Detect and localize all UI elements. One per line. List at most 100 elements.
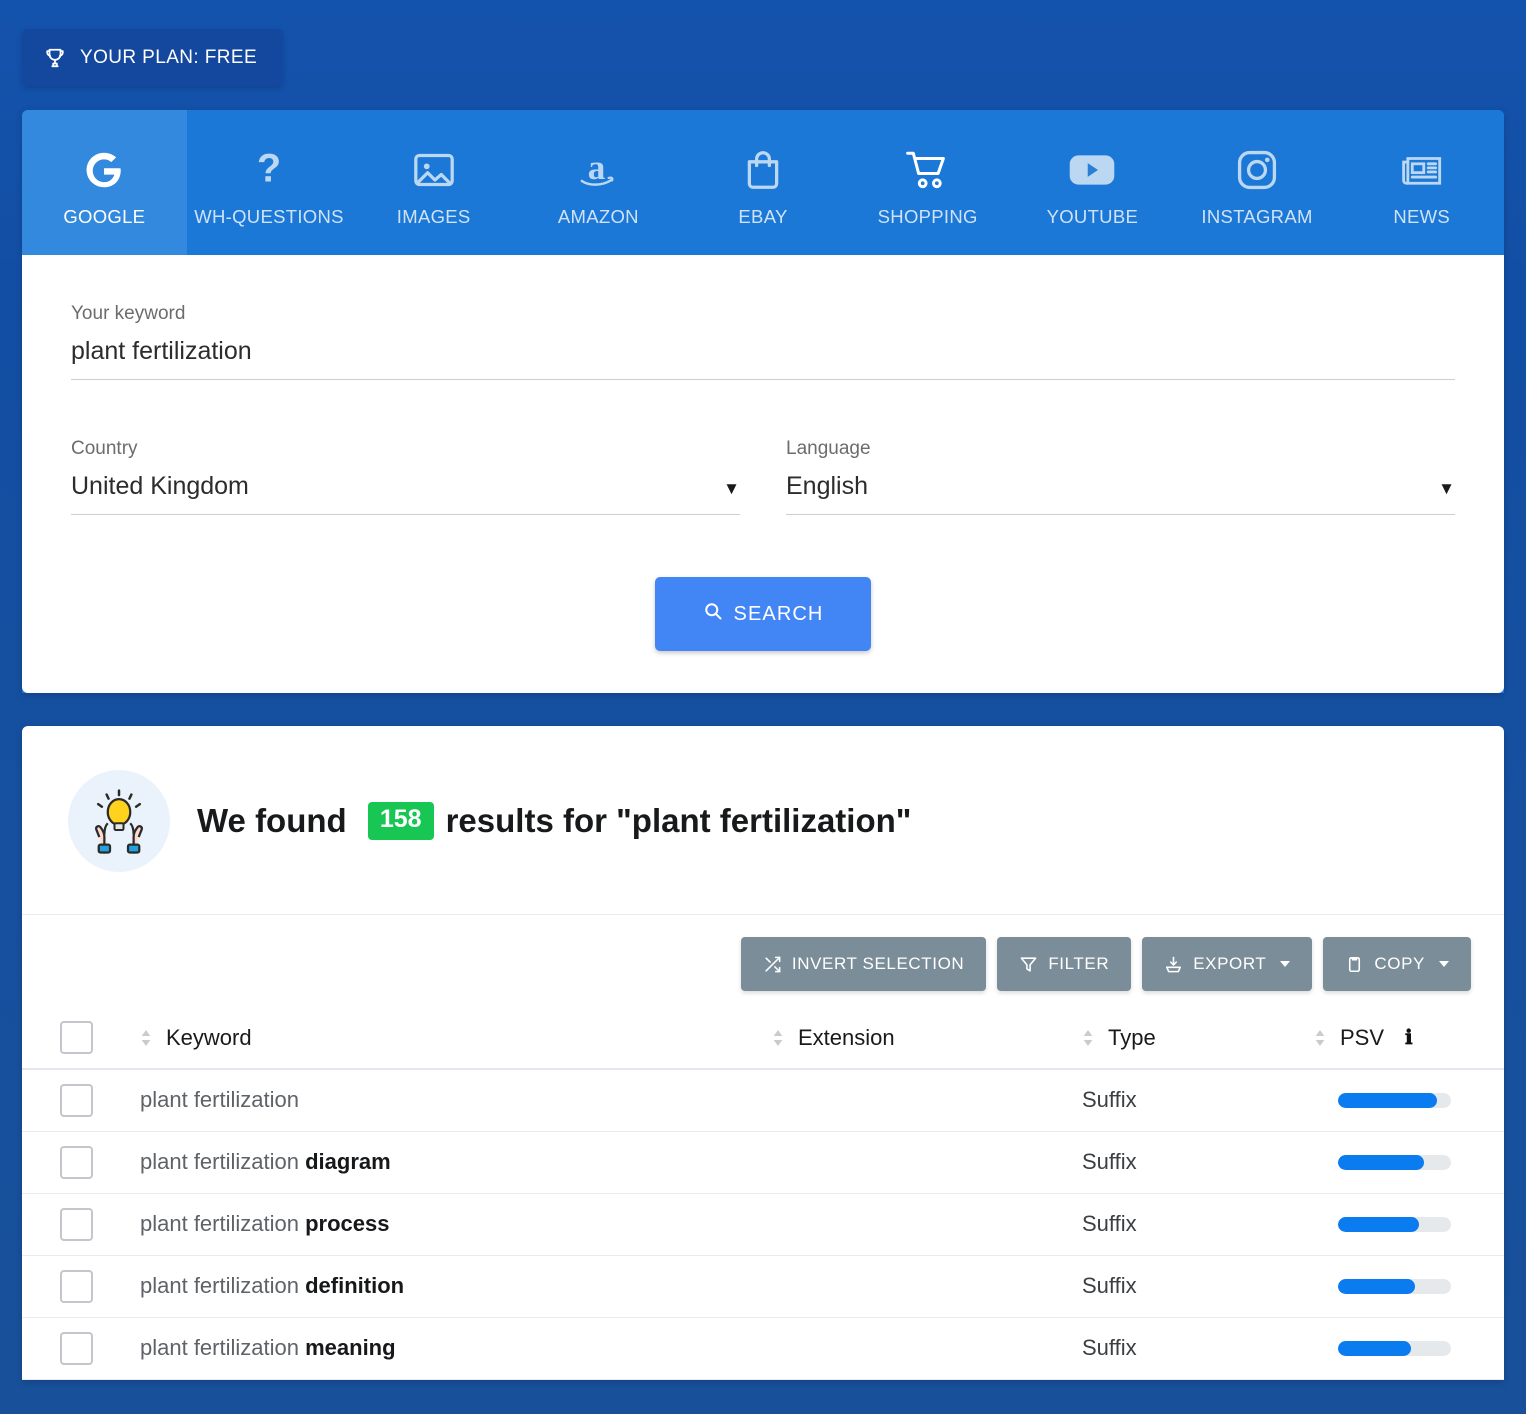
language-field-group: Language English ▼ — [786, 438, 1455, 515]
filter-icon — [1019, 955, 1038, 974]
column-header-keyword[interactable]: Keyword — [140, 1007, 772, 1069]
type-cell: Suffix — [1082, 1317, 1314, 1379]
row-select-cell — [22, 1317, 140, 1379]
psv-bar — [1338, 1341, 1451, 1356]
tab-wh-questions[interactable]: ? WH-QUESTIONS — [187, 110, 352, 255]
psv-cell — [1314, 1255, 1504, 1317]
keyword-cell: plant fertilization meaning — [140, 1317, 772, 1379]
row-select-cell — [22, 1193, 140, 1255]
source-tabs: GOOGLE ? WH-QUESTIONS IMAGES a — [22, 110, 1504, 255]
keyword-label: Your keyword — [71, 303, 1455, 325]
results-title: We found 158 results for "plant fertiliz… — [197, 802, 911, 840]
tab-amazon[interactable]: a AMAZON — [516, 110, 681, 255]
keyword-input[interactable]: plant fertilization — [71, 335, 1455, 380]
tab-label: EBAY — [738, 206, 787, 228]
psv-bar — [1338, 1155, 1451, 1170]
keyword-extension-term: meaning — [305, 1335, 395, 1360]
clipboard-icon — [1345, 955, 1364, 974]
tab-shopping[interactable]: SHOPPING — [845, 110, 1010, 255]
psv-cell — [1314, 1131, 1504, 1193]
question-mark-icon: ? — [252, 144, 286, 196]
chevron-down-icon — [1439, 961, 1449, 967]
keyword-cell: plant fertilization definition — [140, 1255, 772, 1317]
invert-selection-button[interactable]: INVERT SELECTION — [741, 937, 986, 991]
psv-cell — [1314, 1193, 1504, 1255]
row-checkbox[interactable] — [60, 1332, 93, 1365]
psv-bar-fill — [1338, 1217, 1419, 1232]
search-button-row: SEARCH — [71, 577, 1455, 651]
youtube-icon — [1068, 144, 1116, 196]
row-select-cell — [22, 1131, 140, 1193]
tab-label: AMAZON — [558, 206, 639, 228]
extension-cell — [772, 1193, 1082, 1255]
select-all-checkbox[interactable] — [60, 1021, 93, 1054]
export-download-icon — [1164, 955, 1183, 974]
extension-cell — [772, 1255, 1082, 1317]
export-button[interactable]: EXPORT — [1142, 937, 1312, 991]
type-cell: Suffix — [1082, 1193, 1314, 1255]
country-label: Country — [71, 438, 740, 460]
language-select[interactable]: English ▼ — [786, 470, 1455, 515]
tab-label: WH-QUESTIONS — [194, 206, 344, 228]
tab-label: INSTAGRAM — [1201, 206, 1312, 228]
column-header-psv[interactable]: PSV ℹ — [1314, 1007, 1504, 1069]
copy-button[interactable]: COPY — [1323, 937, 1471, 991]
column-header-type[interactable]: Type — [1082, 1007, 1314, 1069]
tab-youtube[interactable]: YOUTUBE — [1010, 110, 1175, 255]
language-value: English — [786, 472, 868, 501]
row-checkbox[interactable] — [60, 1146, 93, 1179]
table-row[interactable]: plant fertilization meaning Suffix — [22, 1317, 1504, 1379]
country-value: United Kingdom — [71, 472, 249, 501]
country-select[interactable]: United Kingdom ▼ — [71, 470, 740, 515]
keyword-value: plant fertilization — [71, 337, 252, 366]
sort-icon — [772, 1028, 784, 1048]
search-form: Your keyword plant fertilization Country… — [22, 255, 1504, 693]
idea-lightbulb-icon — [68, 770, 170, 872]
filter-button[interactable]: FILTER — [997, 937, 1131, 991]
column-header-label: Keyword — [166, 1025, 252, 1051]
keyword-extension-term: diagram — [305, 1149, 391, 1174]
tab-label: SHOPPING — [878, 206, 978, 228]
psv-bar-fill — [1338, 1155, 1424, 1170]
table-row[interactable]: plant fertilization processSuffix — [22, 1193, 1504, 1255]
tab-instagram[interactable]: INSTAGRAM — [1175, 110, 1340, 255]
info-icon[interactable]: ℹ — [1405, 1025, 1413, 1050]
row-checkbox[interactable] — [60, 1084, 93, 1117]
results-count-badge: 158 — [368, 802, 434, 840]
sort-icon — [1082, 1028, 1094, 1048]
psv-bar — [1338, 1279, 1451, 1294]
row-checkbox[interactable] — [60, 1270, 93, 1303]
table-row[interactable]: plant fertilizationSuffix — [22, 1069, 1504, 1131]
keyword-extension-term: definition — [305, 1273, 404, 1298]
column-header-label: Type — [1108, 1025, 1156, 1051]
tab-news[interactable]: NEWS — [1339, 110, 1504, 255]
row-checkbox[interactable] — [60, 1208, 93, 1241]
trophy-icon — [44, 47, 66, 69]
tab-images[interactable]: IMAGES — [351, 110, 516, 255]
results-toolbar: INVERT SELECTION FILTER EXPORT — [22, 915, 1504, 1007]
search-button-label: SEARCH — [734, 603, 824, 626]
column-header-extension[interactable]: Extension — [772, 1007, 1082, 1069]
psv-bar-fill — [1338, 1093, 1437, 1108]
row-select-cell — [22, 1255, 140, 1317]
top-bar: YOUR PLAN: FREE — [0, 0, 1526, 110]
select-all-cell — [22, 1007, 140, 1069]
country-field-group: Country United Kingdom ▼ — [71, 438, 740, 515]
plan-badge[interactable]: YOUR PLAN: FREE — [22, 29, 283, 86]
locale-row: Country United Kingdom ▼ Language Englis… — [71, 438, 1455, 515]
tab-ebay[interactable]: EBAY — [681, 110, 846, 255]
keyword-cell: plant fertilization diagram — [140, 1131, 772, 1193]
table-row[interactable]: plant fertilization diagramSuffix — [22, 1131, 1504, 1193]
search-button[interactable]: SEARCH — [655, 577, 871, 651]
psv-bar-fill — [1338, 1341, 1411, 1356]
export-label: EXPORT — [1193, 954, 1266, 974]
column-header-label: PSV — [1340, 1025, 1384, 1051]
extension-cell — [772, 1069, 1082, 1131]
tab-label: GOOGLE — [63, 206, 145, 228]
amazon-icon: a — [576, 144, 620, 196]
table-row[interactable]: plant fertilization definitionSuffix — [22, 1255, 1504, 1317]
search-icon — [703, 601, 723, 627]
table-header-row: Keyword Extension — [22, 1007, 1504, 1069]
results-panel: We found 158 results for "plant fertiliz… — [22, 726, 1504, 1380]
tab-google[interactable]: GOOGLE — [22, 110, 187, 255]
